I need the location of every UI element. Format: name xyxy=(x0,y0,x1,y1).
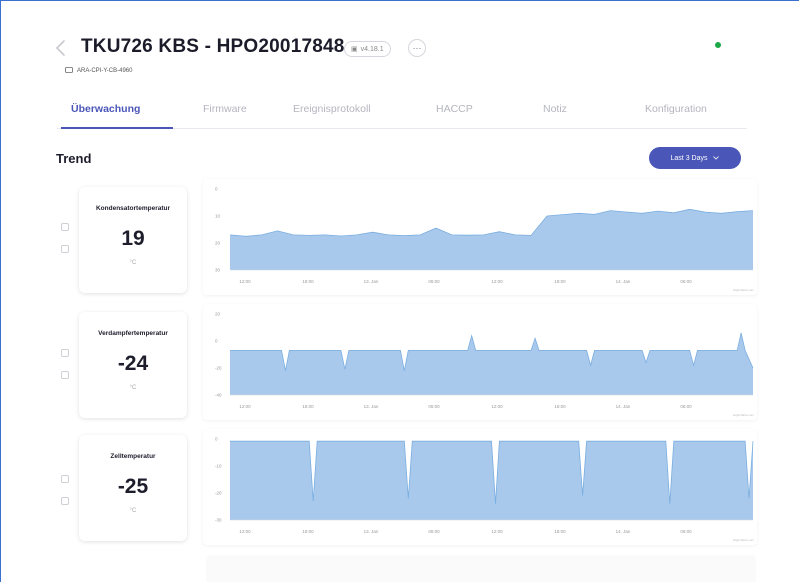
expand-icon[interactable] xyxy=(61,475,69,483)
online-status-dot xyxy=(715,42,721,48)
series-area xyxy=(230,209,753,270)
x-tick-label: 06:00 xyxy=(680,529,692,534)
x-tick-label: 12:00 xyxy=(491,529,503,534)
x-tick-label: 14. Jan xyxy=(616,529,631,534)
chart-svg: 0 -10 -20 -30 12:00 18:00 13. Jan 06:00 12:00 18:… xyxy=(215,437,754,543)
kpi-label: Zelltemperatur xyxy=(110,453,156,460)
y-tick-label: -40 xyxy=(215,393,222,398)
y-tick-label: 30 xyxy=(215,268,221,273)
trend-title: Trend xyxy=(56,151,92,166)
kpi-label: Verdampfertemperatur xyxy=(98,330,168,337)
expand-icon[interactable] xyxy=(61,349,69,357)
chart-verdampfer[interactable]: 20 0 -20 -40 12:00 18:00 13. Jan 06:00 12:00 18:0… xyxy=(203,304,757,420)
x-tick-label: 12:00 xyxy=(239,404,251,409)
version-badge: ▣ v4.18.1 xyxy=(344,41,391,57)
y-tick-label: 0 xyxy=(215,339,218,344)
chart-kondensator[interactable]: 0 10 20 30 12:00 18:00 13. Jan 06:00 12:00 18:00 1… xyxy=(203,179,757,295)
kpi-card-kondensator[interactable]: Kondensatortemperatur 19 °C xyxy=(79,187,187,293)
checkbox-icon[interactable] xyxy=(61,371,69,379)
x-tick-label: 18:00 xyxy=(554,279,566,284)
series-area xyxy=(230,441,753,520)
version-label: v4.18.1 xyxy=(360,45,384,53)
y-tick-label: 0 xyxy=(215,437,218,442)
device-subtitle: ARA-CPI-Y-CB-4960 xyxy=(65,67,132,74)
time-range-dropdown[interactable]: Last 3 Days xyxy=(649,147,741,169)
active-tab-indicator xyxy=(61,127,173,129)
device-id: ARA-CPI-Y-CB-4960 xyxy=(77,67,133,74)
chart-svg: 0 10 20 30 12:00 18:00 13. Jan 06:00 12:00 18:00 1… xyxy=(215,187,754,293)
kpi-label: Kondensatortemperatur xyxy=(95,205,171,212)
y-tick-label: 0 xyxy=(215,187,218,192)
more-options-button[interactable]: ··· xyxy=(408,39,426,57)
y-tick-label: -30 xyxy=(215,518,222,523)
x-tick-label: 18:00 xyxy=(302,404,314,409)
tab-haccp[interactable]: HACCP xyxy=(436,103,473,115)
chart-zelle[interactable]: 0 -10 -20 -30 12:00 18:00 13. Jan 06:00 12:00 18:… xyxy=(203,429,757,545)
x-tick-label: 18:00 xyxy=(302,279,314,284)
chart-credit: Highcharts.com xyxy=(733,288,754,292)
x-tick-label: 12:00 xyxy=(491,279,503,284)
series-area xyxy=(230,332,753,395)
checkbox-icon[interactable] xyxy=(61,497,69,505)
x-tick-label: 06:00 xyxy=(680,279,692,284)
tab-bar: Überwachung Firmware Ereignisprotokoll H… xyxy=(57,97,747,129)
next-card-partial xyxy=(207,557,755,582)
y-tick-label: 20 xyxy=(215,312,221,317)
kpi-value: -25 xyxy=(117,475,149,498)
chip-icon: ▣ xyxy=(351,46,358,53)
kpi-value: 19 xyxy=(121,227,145,250)
x-tick-label: 18:00 xyxy=(302,529,314,534)
checkbox-icon[interactable] xyxy=(61,245,69,253)
x-tick-label: 13. Jan xyxy=(364,279,379,284)
x-tick-label: 06:00 xyxy=(680,404,692,409)
kpi-value: -24 xyxy=(117,352,149,375)
tab-ueberwachung[interactable]: Überwachung xyxy=(71,103,140,115)
x-tick-label: 14. Jan xyxy=(616,404,631,409)
kpi-card-zelle[interactable]: Zelltemperatur -25 °C xyxy=(79,435,187,541)
y-tick-label: -20 xyxy=(215,491,222,496)
y-tick-label: -20 xyxy=(215,366,222,371)
kpi-unit: °C xyxy=(129,260,137,266)
tab-notiz[interactable]: Notiz xyxy=(543,103,567,115)
x-tick-label: 12:00 xyxy=(239,279,251,284)
chevron-down-icon xyxy=(713,156,720,160)
tab-konfiguration[interactable]: Konfiguration xyxy=(645,103,707,115)
y-tick-label: -10 xyxy=(215,464,222,469)
kpi-unit: °C xyxy=(129,385,137,391)
x-tick-label: 14. Jan xyxy=(616,279,631,284)
kpi-card-verdampfer[interactable]: Verdampfertemperatur -24 °C xyxy=(79,312,187,418)
expand-icon[interactable] xyxy=(61,223,69,231)
time-range-label: Last 3 Days xyxy=(670,154,708,162)
chart-credit: Highcharts.com xyxy=(733,538,754,542)
x-tick-label: 12:00 xyxy=(491,404,503,409)
page-title: TKU726 KBS - HPO20017848 xyxy=(81,36,345,57)
x-tick-label: 12:00 xyxy=(239,529,251,534)
y-tick-label: 20 xyxy=(215,241,221,246)
x-tick-label: 06:00 xyxy=(428,279,440,284)
x-tick-label: 18:00 xyxy=(554,529,566,534)
x-tick-label: 13. Jan xyxy=(364,529,379,534)
tab-firmware[interactable]: Firmware xyxy=(203,103,247,115)
x-tick-label: 13. Jan xyxy=(364,404,379,409)
chart-svg: 20 0 -20 -40 12:00 18:00 13. Jan 06:00 12:00 18:0… xyxy=(215,312,754,418)
app-frame: TKU726 KBS - HPO20017848 ▣ v4.18.1 ··· A… xyxy=(0,0,799,582)
x-tick-label: 06:00 xyxy=(428,404,440,409)
kpi-unit: °C xyxy=(129,508,137,514)
x-tick-label: 18:00 xyxy=(554,404,566,409)
back-chevron-icon[interactable] xyxy=(51,38,71,58)
y-tick-label: 10 xyxy=(215,214,221,219)
device-icon xyxy=(65,67,73,73)
x-tick-label: 06:00 xyxy=(428,529,440,534)
chart-credit: Highcharts.com xyxy=(733,413,754,417)
tab-ereignisprotokoll[interactable]: Ereignisprotokoll xyxy=(293,103,371,115)
